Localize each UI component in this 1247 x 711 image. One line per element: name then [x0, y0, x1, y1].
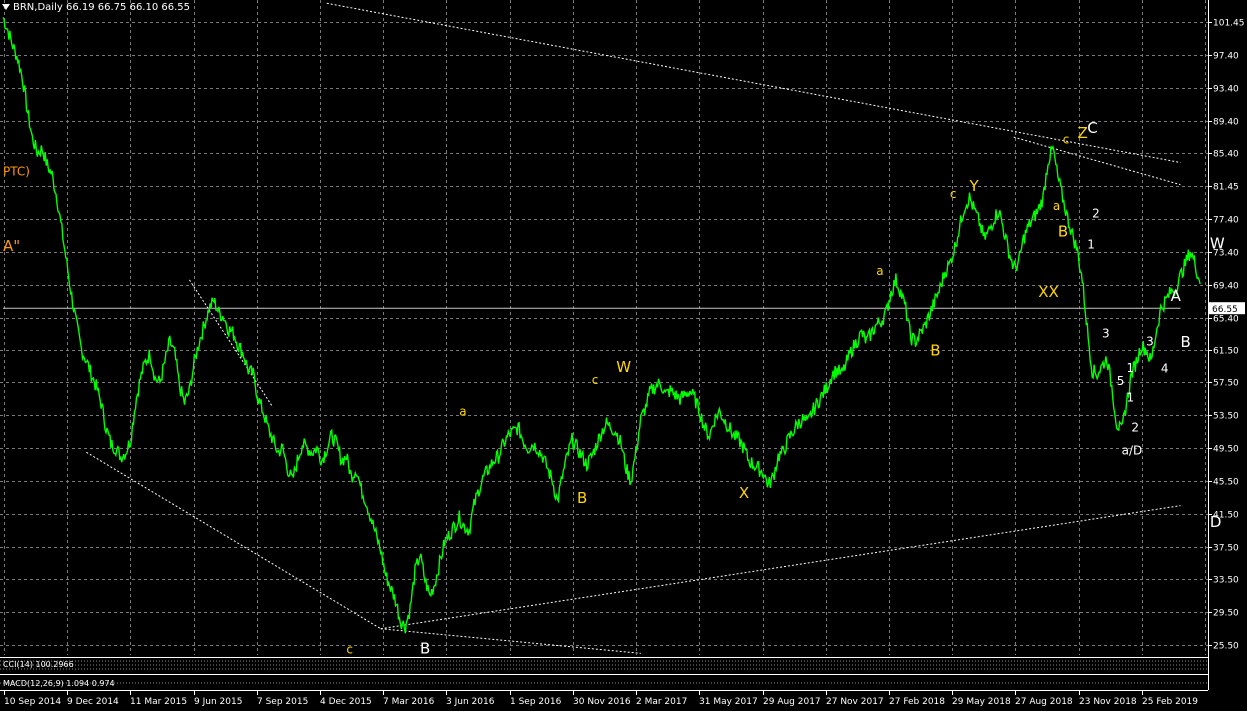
y-tick-label: 97.40: [1213, 52, 1239, 62]
y-tick-label: 57.50: [1213, 379, 1239, 389]
indicator-panels: CCI(14) 100.2966 MACD(12,26,9) 1.094 0.97…: [0, 657, 1208, 688]
x-tick-label: 30 Nov 2016: [573, 697, 631, 707]
x-tick-label: 3 Jun 2016: [446, 697, 495, 707]
x-tick-label: 9 Jun 2015: [194, 697, 242, 707]
trend-line: [1013, 136, 1181, 186]
wave-label: c: [1063, 133, 1070, 147]
y-tick-label: 49.50: [1213, 445, 1239, 455]
x-tick-label: 9 Dec 2014: [67, 697, 119, 707]
macd-label: MACD(12,26,9) 1.094 0.974: [3, 679, 115, 688]
chart-window[interactable]: PTC) A" a Bc W Xa Bc Y XX a Bc Z C 2 1 3 5 1 1 2 a/D 3 4 A B W Dc B…: [0, 0, 1247, 711]
price-tag-label: 66.55: [1212, 305, 1238, 315]
trend-line: [380, 505, 1181, 630]
x-tick-label: 23 Nov 2018: [1079, 697, 1137, 707]
wave-label: A": [3, 237, 20, 255]
x-tick-label: 27 Aug 2018: [1015, 697, 1073, 707]
wave-label: B: [577, 489, 587, 507]
y-tick-label: 25.50: [1213, 642, 1239, 652]
wave-label: PTC): [3, 165, 30, 179]
y-tick-label: 45.50: [1213, 478, 1239, 488]
x-tick-label: 7 Sep 2015: [257, 697, 308, 707]
y-tick-label: 33.50: [1213, 576, 1239, 586]
brn-price-line: [2, 17, 1201, 634]
y-tick-label: 65.40: [1213, 315, 1239, 325]
x-tick-label: 31 May 2017: [699, 697, 758, 707]
x-tick-label: 2 Mar 2017: [636, 697, 687, 707]
wave-label: a: [876, 264, 883, 278]
wave-label: Y: [969, 177, 980, 195]
price-series: [2, 17, 1201, 634]
y-tick-label: 77.40: [1213, 216, 1239, 226]
y-tick-label: 61.50: [1213, 347, 1239, 357]
cci-label: CCI(14) 100.2966: [3, 660, 74, 669]
y-tick-label: 81.45: [1213, 183, 1239, 193]
x-tick-label: 1 Sep 2016: [510, 697, 562, 707]
x-tick-label: 7 Mar 2016: [383, 697, 435, 707]
y-tick-label: 53.50: [1213, 412, 1239, 422]
wave-label: 1: [1127, 361, 1135, 375]
x-tick-label: 29 Aug 2017: [763, 697, 821, 707]
x-tick-label: 27 Nov 2017: [826, 697, 884, 707]
wave-label: B: [420, 639, 430, 657]
y-tick-label: 29.50: [1213, 609, 1239, 619]
y-tick-label: 101.45: [1213, 19, 1245, 29]
y-tick-label: 37.50: [1213, 544, 1239, 554]
wave-label: c: [592, 373, 599, 387]
wave-label: c: [950, 187, 957, 201]
y-tick-label: 85.40: [1213, 150, 1239, 160]
x-tick-label: 11 Mar 2015: [130, 697, 187, 707]
price-chart[interactable]: PTC)A"aBcWXaBc YXXaBc Z C2135112a/D34ABWDc B…: [0, 0, 1247, 711]
wave-label: 2: [1131, 421, 1139, 435]
axes: 101.45 97.40 93.40 89.40 85.40 81.45 77.40 73.4…: [0, 0, 1245, 707]
x-tick-label: 4 Dec 2015: [320, 697, 372, 707]
grid: [0, 0, 1208, 655]
trend-line: [189, 279, 274, 408]
wave-label: 3: [1146, 335, 1154, 349]
wave-label: Z: [1077, 124, 1087, 142]
wave-label: C: [1087, 119, 1097, 137]
wave-label: c: [346, 642, 353, 656]
ohlc-values: 66.19 66.75 66.10 66.55: [65, 2, 191, 13]
wave-label: XX: [1038, 283, 1059, 301]
wave-label: 3: [1102, 326, 1110, 340]
x-tick-label: 25 Feb 2019: [1142, 697, 1198, 707]
wave-label: 4: [1161, 362, 1169, 376]
chevron-down-icon[interactable]: [2, 4, 10, 10]
x-tick-label: 10 Sep 2014: [4, 697, 61, 707]
wave-label: 1: [1087, 238, 1095, 252]
y-tick-label: 89.40: [1213, 118, 1239, 128]
trend-line: [326, 2, 1181, 164]
wave-label: 1: [1127, 390, 1135, 404]
symbol-timeframe: BRN,Daily: [13, 2, 63, 13]
wave-label: B: [1180, 333, 1190, 351]
wave-label: X: [739, 484, 749, 502]
wave-label: a: [459, 404, 466, 418]
y-tick-label: 93.40: [1213, 85, 1239, 95]
x-tick-label: 27 Feb 2018: [889, 697, 945, 707]
trend-lines: [3, 2, 1181, 654]
y-tick-label: 69.40: [1213, 282, 1239, 292]
y-tick-label: 41.50: [1213, 511, 1239, 521]
wave-label: a/D: [1122, 444, 1143, 458]
wave-label: a: [1053, 199, 1060, 213]
wave-label: A: [1171, 287, 1182, 305]
wave-label: 2: [1092, 207, 1100, 221]
wave-label: 5: [1117, 374, 1125, 388]
x-tick-label: 29 May 2018: [952, 697, 1011, 707]
chart-title[interactable]: BRN,Daily 66.19 66.75 66.10 66.55: [2, 2, 190, 13]
wave-label: B: [930, 341, 940, 359]
wave-label: W: [616, 358, 631, 376]
y-tick-label: 73.40: [1213, 249, 1239, 259]
wave-label: B: [1058, 222, 1068, 240]
